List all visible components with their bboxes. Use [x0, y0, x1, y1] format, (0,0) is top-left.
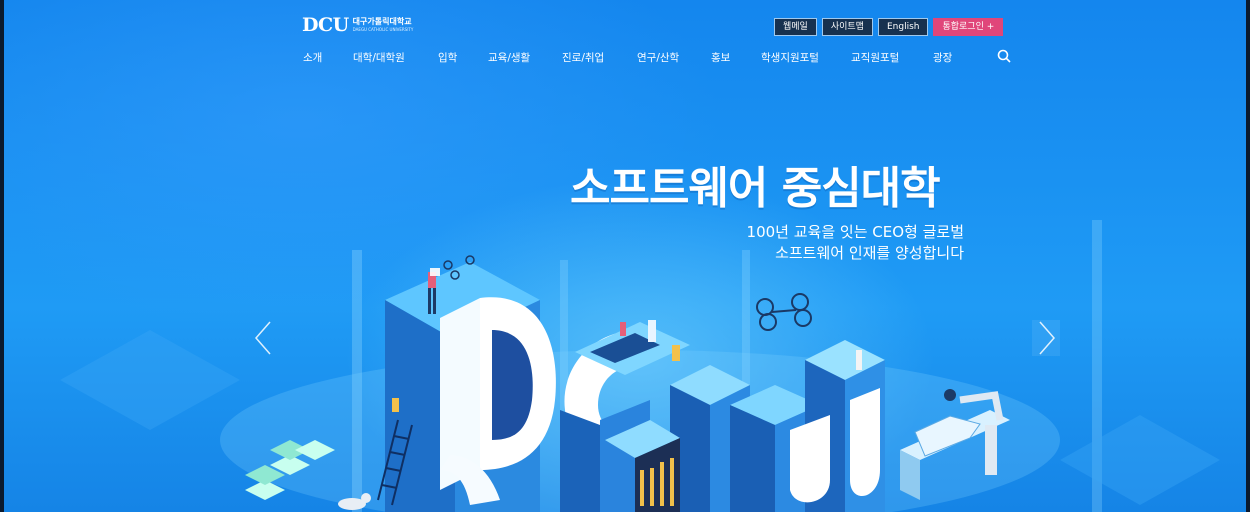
nav-item-pr[interactable]: 홍보: [711, 50, 730, 65]
dcu-isometric-illustration: [60, 220, 1220, 512]
nav-item-career[interactable]: 진로/취업: [562, 50, 604, 65]
nav-item-staff-portal[interactable]: 교직원포털: [851, 50, 899, 65]
main-navigation: 소개 대학/대학원 입학 교육/생활 진로/취업 연구/산학 홍보 학생지원포털…: [300, 50, 1020, 66]
nav-item-plaza[interactable]: 광장: [933, 50, 952, 65]
hero-banner: DCU 대구가톨릭대학교 DAEGU CATHOLIC UNIVERSITY 웹…: [0, 0, 1250, 512]
logo-name-kr: 대구가톨릭대학교: [352, 17, 412, 26]
integrated-login-button[interactable]: 통합로그인 +: [933, 18, 1004, 36]
chevron-right-icon[interactable]: [1032, 318, 1060, 358]
nav-item-college[interactable]: 대학/대학원: [353, 50, 405, 65]
nav-item-education-life[interactable]: 교육/생활: [488, 50, 530, 65]
search-icon[interactable]: [997, 49, 1011, 63]
hero-subtitle-line1: 100년 교육을 잇는 CEO형 글로벌: [746, 223, 964, 241]
nav-item-about[interactable]: 소개: [303, 50, 322, 65]
nav-item-research[interactable]: 연구/산학: [637, 50, 679, 65]
english-button[interactable]: English: [877, 18, 929, 36]
sitemap-button[interactable]: 사이트맵: [821, 18, 873, 36]
nav-item-student-portal[interactable]: 학생지원포털: [761, 50, 819, 65]
nav-item-admission[interactable]: 입학: [438, 50, 457, 65]
hero-subtitle-line2: 소프트웨어 인재를 양성합니다: [775, 244, 964, 262]
hero-headline: 소프트웨어 중심대학: [570, 163, 941, 214]
webmail-button[interactable]: 웹메일: [774, 18, 817, 36]
logo-name-en: DAEGU CATHOLIC UNIVERSITY: [352, 27, 414, 32]
left-frame-edge: [0, 0, 4, 512]
right-frame-edge: [1246, 0, 1250, 512]
chevron-left-icon[interactable]: [250, 318, 278, 358]
logo-text: 대구가톨릭대학교 DAEGU CATHOLIC UNIVERSITY: [353, 17, 414, 33]
utility-menu: 웹메일 사이트맵 English 통합로그인 +: [774, 18, 1004, 36]
logo-mark: DCU: [302, 14, 349, 36]
university-logo[interactable]: DCU 대구가톨릭대학교 DAEGU CATHOLIC UNIVERSITY: [302, 14, 413, 36]
